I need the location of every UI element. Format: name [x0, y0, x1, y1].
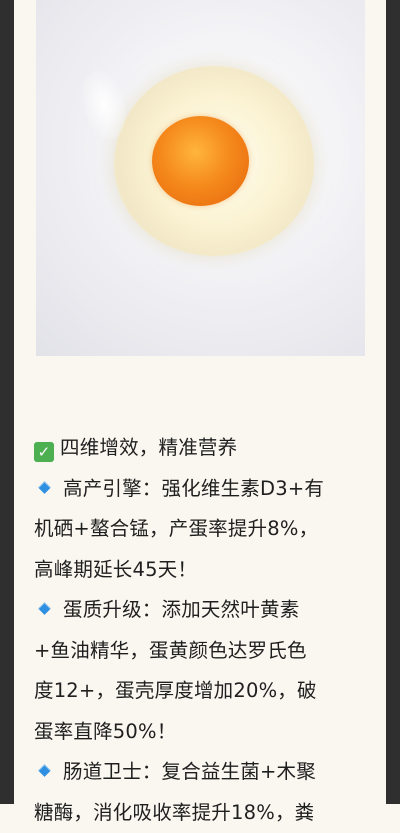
feature-item-3-text: 糖酶，消化吸收率提升18%，粪: [34, 793, 368, 833]
feature-item-2-text: 蛋率直降50%！: [34, 712, 368, 753]
feature-item-2-text: +鱼油精华，蛋黄颜色达罗氏色: [34, 631, 368, 672]
feature-item-1-title: 高产引擎：强化维生素D3+有: [34, 469, 368, 510]
egg-photo: [36, 0, 365, 356]
right-border: [386, 0, 400, 804]
feature-item-2-text: 度12+，蛋壳厚度增加20%，破: [34, 671, 368, 712]
feature-item-2-title: 蛋质升级：添加天然叶黄素: [34, 590, 368, 631]
blue-diamond-icon: [38, 602, 51, 615]
blue-diamond-icon: [38, 481, 51, 494]
article-body: ✓四维增效，精准营养 高产引擎：强化维生素D3+有 机硒+螯合锰，产蛋率提升8%…: [34, 428, 368, 833]
left-border: [0, 0, 14, 804]
blue-diamond-icon: [38, 764, 51, 777]
egg-yolk: [152, 116, 249, 206]
feature-item-1-text: 机硒+螯合锰，产蛋率提升8%，: [34, 509, 368, 550]
feature-item-3-title: 肠道卫士：复合益生菌+木聚: [34, 752, 368, 793]
check-mark-icon: ✓: [34, 442, 54, 462]
section-heading: ✓四维增效，精准营养: [34, 428, 368, 469]
feature-item-1-text: 高峰期延长45天！: [34, 550, 368, 591]
